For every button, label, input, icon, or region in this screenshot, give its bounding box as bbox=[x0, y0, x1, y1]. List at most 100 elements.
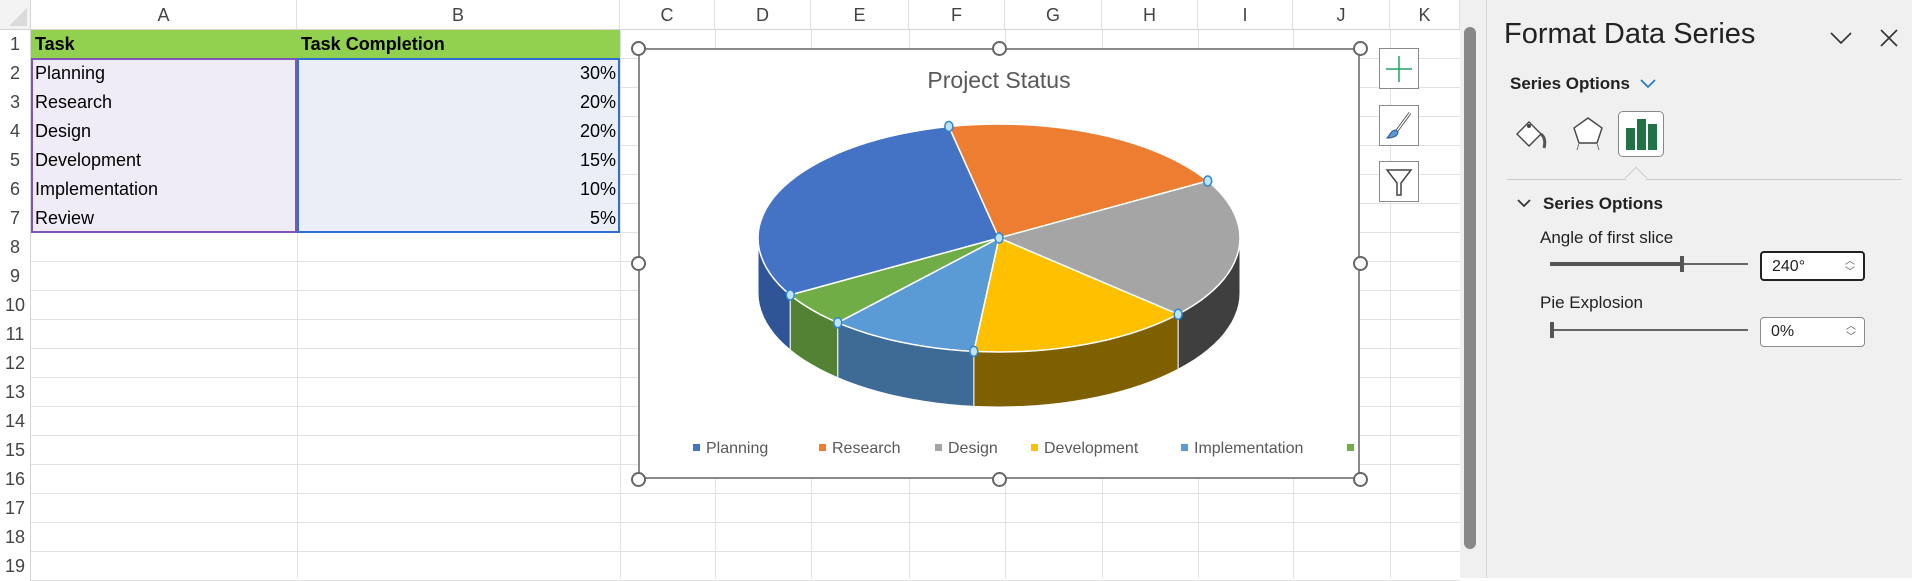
close-icon[interactable] bbox=[1879, 28, 1899, 48]
chevron-down-icon[interactable] bbox=[1829, 30, 1853, 46]
chevron-down-icon bbox=[1517, 199, 1531, 208]
row-header-3[interactable]: 3 bbox=[0, 88, 31, 117]
row-header-9[interactable]: 9 bbox=[0, 262, 31, 291]
resize-handle[interactable] bbox=[1353, 41, 1368, 56]
legend-label: Development bbox=[1044, 440, 1139, 457]
row-header-12[interactable]: 12 bbox=[0, 349, 31, 378]
legend-item-design[interactable]: Design bbox=[935, 440, 998, 457]
row-header-13[interactable]: 13 bbox=[0, 378, 31, 407]
legend-item-development[interactable]: Development bbox=[1031, 440, 1139, 457]
spin-down-icon[interactable]: ﹀ bbox=[1846, 333, 1856, 343]
resize-handle[interactable] bbox=[992, 41, 1007, 56]
selection-point[interactable] bbox=[1173, 308, 1183, 321]
chart-styles-button[interactable] bbox=[1379, 105, 1419, 146]
pie-chart[interactable]: Project Status Planning Research Design Dev… bbox=[638, 48, 1360, 479]
chart-elements-button[interactable] bbox=[1379, 48, 1419, 89]
task-name-cell[interactable]: Research bbox=[31, 88, 297, 117]
chart-title[interactable]: Project Status bbox=[927, 67, 1070, 93]
legend-swatch bbox=[819, 444, 826, 451]
angle-slider-thumb[interactable] bbox=[1680, 256, 1684, 272]
selection-point[interactable] bbox=[832, 316, 843, 329]
resize-handle[interactable] bbox=[631, 472, 646, 487]
row-header-6[interactable]: 6 bbox=[0, 175, 31, 204]
resize-handle[interactable] bbox=[1353, 472, 1368, 487]
series-options-dropdown[interactable]: Series Options bbox=[1510, 74, 1656, 94]
task-name-cell[interactable]: Review bbox=[31, 204, 297, 233]
header-cell-task[interactable]: Task bbox=[31, 30, 297, 59]
row-header-17[interactable]: 17 bbox=[0, 494, 31, 523]
row-header-16[interactable]: 16 bbox=[0, 465, 31, 494]
legend-item-planning[interactable]: Planning bbox=[693, 440, 768, 457]
row-header-4[interactable]: 4 bbox=[0, 117, 31, 146]
spin-down-icon[interactable]: ﹀ bbox=[1845, 268, 1855, 278]
selection-point[interactable] bbox=[1202, 175, 1213, 187]
legend-swatch bbox=[935, 444, 942, 451]
column-header-D[interactable]: D bbox=[715, 0, 811, 30]
column-header-G[interactable]: G bbox=[1005, 0, 1102, 30]
resize-handle[interactable] bbox=[631, 256, 646, 271]
row-header-8[interactable]: 8 bbox=[0, 233, 31, 262]
angle-input[interactable]: 240° ︿ ﹀ bbox=[1760, 251, 1865, 281]
task-name-cell[interactable]: Planning bbox=[31, 59, 297, 88]
column-header-E[interactable]: E bbox=[811, 0, 909, 30]
column-header-B[interactable]: B bbox=[297, 0, 620, 30]
column-header-J[interactable]: J bbox=[1293, 0, 1390, 30]
legend-label: Research bbox=[832, 440, 900, 457]
row-header-19[interactable]: 19 bbox=[0, 552, 31, 581]
task-completion-cell[interactable]: 15% bbox=[297, 146, 620, 175]
legend-item-research[interactable]: Research bbox=[819, 440, 900, 457]
resize-handle[interactable] bbox=[992, 472, 1007, 487]
row-header-10[interactable]: 10 bbox=[0, 291, 31, 320]
pie-explosion-slider[interactable] bbox=[1550, 322, 1748, 338]
pie-explosion-value: 0% bbox=[1771, 323, 1795, 340]
column-header-C[interactable]: C bbox=[620, 0, 715, 30]
task-completion-cell[interactable]: 20% bbox=[297, 117, 620, 146]
task-name-cell[interactable]: Design bbox=[31, 117, 297, 146]
scrollbar-thumb[interactable] bbox=[1464, 27, 1476, 549]
row-header-14[interactable]: 14 bbox=[0, 407, 31, 436]
column-header-I[interactable]: I bbox=[1198, 0, 1293, 30]
task-name-cell[interactable]: Implementation bbox=[31, 175, 297, 204]
spin-up-icon[interactable]: ︿ bbox=[1845, 257, 1855, 267]
fill-line-tab[interactable] bbox=[1513, 114, 1553, 154]
series-options-section-header[interactable]: Series Options bbox=[1517, 194, 1663, 214]
resize-handle[interactable] bbox=[631, 41, 646, 56]
row-header-1[interactable]: 1 bbox=[0, 30, 31, 59]
column-header-F[interactable]: F bbox=[909, 0, 1005, 30]
select-all-button[interactable] bbox=[0, 0, 31, 30]
task-name-cell[interactable]: Development bbox=[31, 146, 297, 175]
resize-handle[interactable] bbox=[1353, 256, 1368, 271]
bar-chart-icon bbox=[1626, 119, 1657, 150]
effects-tab[interactable] bbox=[1568, 114, 1608, 154]
series-options-tab[interactable] bbox=[1618, 111, 1664, 157]
row-header-15[interactable]: 15 bbox=[0, 436, 31, 465]
column-header-H[interactable]: H bbox=[1102, 0, 1198, 30]
column-header-A[interactable]: A bbox=[31, 0, 297, 30]
pie-explosion-slider-thumb[interactable] bbox=[1550, 322, 1554, 338]
row-header-2[interactable]: 2 bbox=[0, 59, 31, 88]
vertical-scrollbar[interactable] bbox=[1460, 0, 1486, 578]
header-cell-task-completion[interactable]: Task Completion bbox=[297, 30, 620, 59]
row-header-7[interactable]: 7 bbox=[0, 204, 31, 233]
selection-point[interactable] bbox=[994, 232, 1004, 244]
task-completion-cell[interactable]: 5% bbox=[297, 204, 620, 233]
selection-point[interactable] bbox=[785, 289, 796, 301]
selection-point[interactable] bbox=[969, 345, 979, 358]
task-completion-cell[interactable]: 10% bbox=[297, 175, 620, 204]
format-data-series-pane: Format Data Series Series Options Series… bbox=[1486, 0, 1912, 578]
spin-up-icon[interactable]: ︿ bbox=[1846, 322, 1856, 332]
column-header-K[interactable]: K bbox=[1390, 0, 1460, 30]
row-header-18[interactable]: 18 bbox=[0, 523, 31, 552]
chart-area[interactable]: Project Status Planning Research Design Dev… bbox=[638, 48, 1360, 479]
legend-item-implementation[interactable]: Implementation bbox=[1181, 440, 1303, 457]
selection-point[interactable] bbox=[944, 120, 954, 133]
task-completion-cell[interactable]: 30% bbox=[297, 59, 620, 88]
row-header-5[interactable]: 5 bbox=[0, 146, 31, 175]
pie-explosion-input[interactable]: 0% ︿ ﹀ bbox=[1760, 317, 1865, 347]
chart-filters-button[interactable] bbox=[1379, 161, 1419, 202]
pane-title: Format Data Series bbox=[1504, 18, 1756, 50]
angle-slider[interactable] bbox=[1550, 256, 1748, 272]
legend-item-review[interactable]: Review bbox=[1347, 440, 1360, 457]
task-completion-cell[interactable]: 20% bbox=[297, 88, 620, 117]
row-header-11[interactable]: 11 bbox=[0, 320, 31, 349]
